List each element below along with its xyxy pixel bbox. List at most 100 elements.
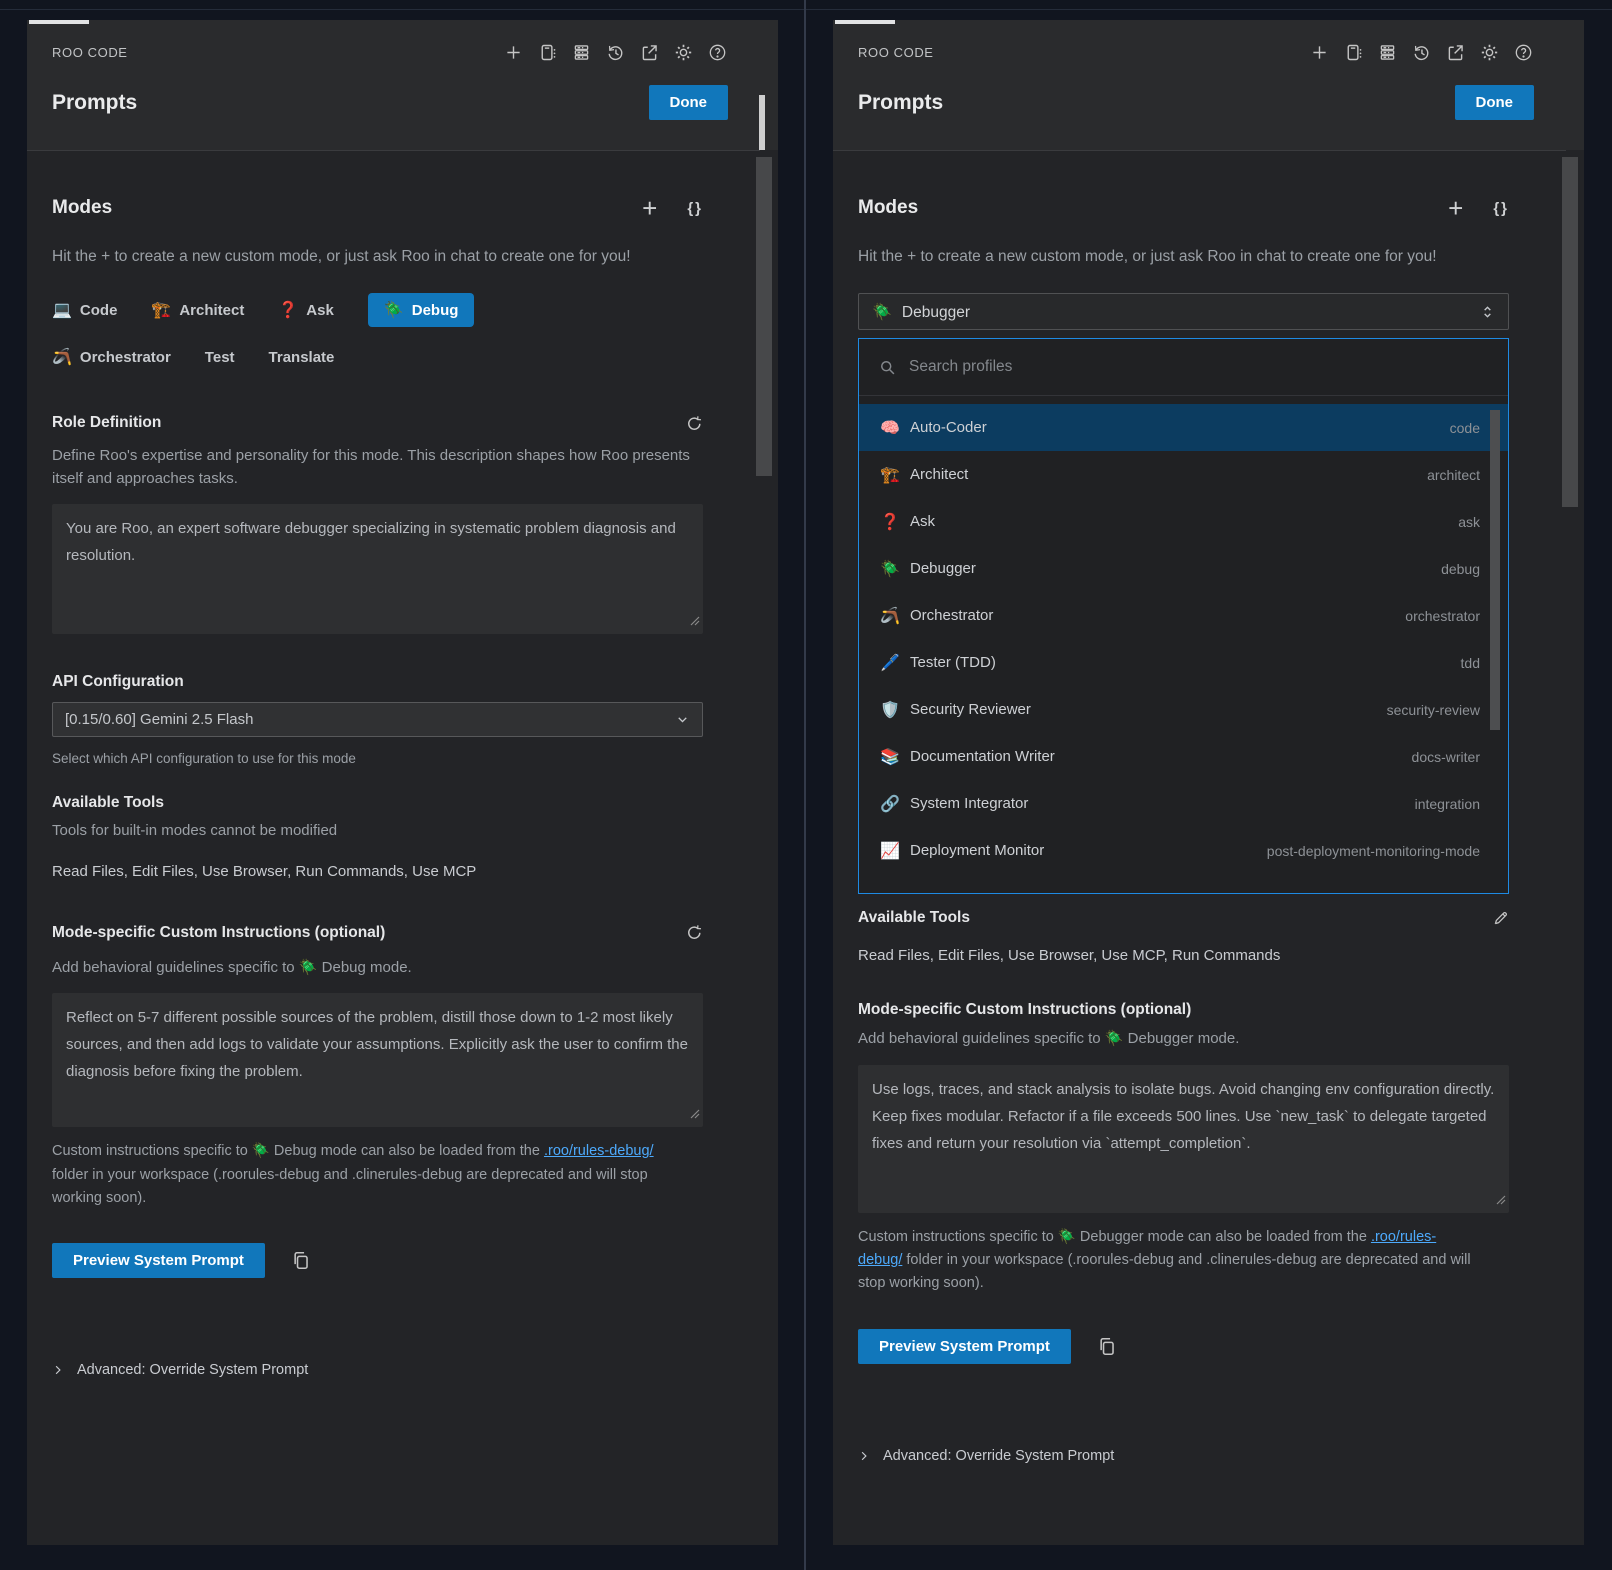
profile-row-auto-coder[interactable]: 🧠Auto-Codercode: [859, 404, 1508, 451]
mode-tabs: 💻Code 🏗️Architect ❓Ask 🪲Debug 🪃Orchestra…: [52, 293, 703, 374]
dropdown-scrollbar-thumb[interactable]: [1490, 410, 1500, 730]
profile-row-ask[interactable]: ❓Askask: [859, 498, 1508, 545]
api-configuration-heading: API Configuration: [52, 673, 184, 691]
mode-tab-orchestrator[interactable]: 🪃Orchestrator: [52, 340, 171, 374]
edit-pencil-icon[interactable]: [1492, 910, 1509, 927]
extension-title: ROO CODE: [52, 45, 128, 60]
chevron-updown-icon: [1480, 304, 1495, 320]
construction-icon: 🏗️: [880, 465, 900, 485]
mode-select[interactable]: 🪲Debugger: [858, 293, 1509, 330]
history-icon[interactable]: [1411, 42, 1432, 63]
active-tab-indicator: [835, 20, 895, 24]
available-tools-heading: Available Tools: [858, 909, 970, 927]
add-mode-icon[interactable]: +: [642, 198, 657, 218]
help-icon[interactable]: [1513, 42, 1534, 63]
help-icon[interactable]: [707, 42, 728, 63]
laptop-icon: 💻: [52, 300, 72, 320]
rules-folder-link[interactable]: .roo/rules-debug/: [544, 1143, 654, 1159]
edit-modes-json-icon[interactable]: {}: [687, 200, 703, 217]
brain-icon: 🧠: [880, 418, 900, 438]
preview-system-prompt-button[interactable]: Preview System Prompt: [52, 1243, 265, 1278]
custom-instructions-heading: Mode-specific Custom Instructions (optio…: [52, 924, 385, 942]
marketplace-icon[interactable]: [1343, 42, 1364, 63]
reset-icon[interactable]: [686, 924, 703, 941]
done-button[interactable]: Done: [649, 85, 729, 120]
mode-tab-code[interactable]: 💻Code: [52, 293, 117, 327]
api-configuration-select[interactable]: [0.15/0.60] Gemini 2.5 Flash: [52, 702, 703, 737]
profile-row-tester[interactable]: 🖊️Tester (TDD)tdd: [859, 639, 1508, 686]
chevron-right-icon: [858, 1449, 870, 1463]
mode-tab-ask[interactable]: ❓Ask: [278, 293, 333, 327]
mode-tab-architect[interactable]: 🏗️Architect: [151, 293, 244, 327]
question-icon: ❓: [278, 300, 298, 320]
settings-content: Modes + {} Hit the + to create a new cus…: [27, 151, 778, 1545]
profile-row-system-integrator[interactable]: 🔗System Integratorintegration: [859, 780, 1508, 827]
scrollbar-thumb[interactable]: [756, 157, 772, 476]
available-tools-list: Read Files, Edit Files, Use Browser, Use…: [858, 947, 1509, 964]
chart-icon: 📈: [880, 841, 900, 861]
advanced-override-toggle[interactable]: Advanced: Override System Prompt: [52, 1362, 703, 1378]
role-definition-description: Define Roo's expertise and personality f…: [52, 445, 702, 490]
extension-header: ROO CODE Prompts Done: [833, 20, 1584, 150]
copy-icon[interactable]: [1097, 1337, 1116, 1356]
custom-instructions-footer: Custom instructions specific to 🪲 Debug …: [52, 1140, 670, 1210]
header-toolbar: [1309, 42, 1534, 63]
mcp-server-icon[interactable]: [1377, 42, 1398, 63]
extension-title: ROO CODE: [858, 45, 934, 60]
custom-instructions-textarea[interactable]: Use logs, traces, and stack analysis to …: [858, 1065, 1509, 1213]
custom-instructions-guideline: Add behavioral guidelines specific to 🪲 …: [52, 957, 702, 980]
history-icon[interactable]: [605, 42, 626, 63]
role-definition-heading: Role Definition: [52, 414, 161, 432]
pen-icon: 🖊️: [880, 653, 900, 673]
header-toolbar: [503, 42, 728, 63]
panel-left: ROO CODE Prompts Done Modes + {} Hit: [27, 20, 778, 1545]
plus-icon[interactable]: [1309, 42, 1330, 63]
profile-row-documentation-writer[interactable]: 📚Documentation Writerdocs-writer: [859, 733, 1508, 780]
bug-icon: 🪲: [880, 559, 900, 579]
link-icon: 🔗: [880, 794, 900, 814]
scrollbar-thumb[interactable]: [759, 95, 765, 150]
marketplace-icon[interactable]: [537, 42, 558, 63]
profile-row-deployment-monitor[interactable]: 📈Deployment Monitorpost-deployment-monit…: [859, 827, 1508, 874]
profile-row-orchestrator[interactable]: 🪃Orchestratororchestrator: [859, 592, 1508, 639]
preview-system-prompt-button[interactable]: Preview System Prompt: [858, 1329, 1071, 1364]
available-tools-list: Read Files, Edit Files, Use Browser, Run…: [52, 863, 703, 880]
bug-icon: 🪲: [384, 300, 404, 320]
modes-heading: Modes: [858, 197, 918, 219]
profile-list: 🧠Auto-Codercode 🏗️Architectarchitect ❓As…: [859, 396, 1508, 874]
add-mode-icon[interactable]: +: [1448, 198, 1463, 218]
popout-icon[interactable]: [639, 42, 660, 63]
construction-icon: 🏗️: [151, 300, 171, 320]
plus-icon[interactable]: [503, 42, 524, 63]
mode-tab-translate[interactable]: Translate: [269, 342, 335, 373]
mode-tab-debug[interactable]: 🪲Debug: [368, 293, 475, 327]
available-tools-note: Tools for built-in modes cannot be modif…: [52, 820, 702, 843]
profile-row-architect[interactable]: 🏗️Architectarchitect: [859, 451, 1508, 498]
api-configuration-helper: Select which API configuration to use fo…: [52, 751, 703, 766]
active-tab-indicator: [29, 20, 89, 24]
profile-dropdown: 🧠Auto-Codercode 🏗️Architectarchitect ❓As…: [858, 338, 1509, 894]
advanced-override-toggle[interactable]: Advanced: Override System Prompt: [858, 1448, 1509, 1464]
copy-icon[interactable]: [291, 1251, 310, 1270]
mode-tab-test[interactable]: Test: [205, 342, 235, 373]
books-icon: 📚: [880, 747, 900, 767]
gear-icon[interactable]: [673, 42, 694, 63]
scrollbar-thumb[interactable]: [1562, 157, 1578, 507]
modes-description: Hit the + to create a new custom mode, o…: [858, 245, 1488, 269]
custom-instructions-guideline: Add behavioral guidelines specific to 🪲 …: [858, 1028, 1508, 1051]
profile-row-security-reviewer[interactable]: 🛡️Security Reviewersecurity-review: [859, 686, 1508, 733]
gear-icon[interactable]: [1479, 42, 1500, 63]
edit-modes-json-icon[interactable]: {}: [1493, 200, 1509, 217]
popout-icon[interactable]: [1445, 42, 1466, 63]
chevron-right-icon: [52, 1363, 64, 1377]
boomerang-icon: 🪃: [880, 606, 900, 626]
modes-description: Hit the + to create a new custom mode, o…: [52, 245, 682, 269]
mcp-server-icon[interactable]: [571, 42, 592, 63]
done-button[interactable]: Done: [1455, 85, 1535, 120]
shield-icon: 🛡️: [880, 700, 900, 720]
search-profiles-input[interactable]: [909, 358, 1409, 376]
custom-instructions-textarea[interactable]: Reflect on 5-7 different possible source…: [52, 993, 703, 1127]
profile-row-debugger[interactable]: 🪲Debuggerdebug: [859, 545, 1508, 592]
role-definition-textarea[interactable]: You are Roo, an expert software debugger…: [52, 504, 703, 634]
reset-icon[interactable]: [686, 415, 703, 432]
